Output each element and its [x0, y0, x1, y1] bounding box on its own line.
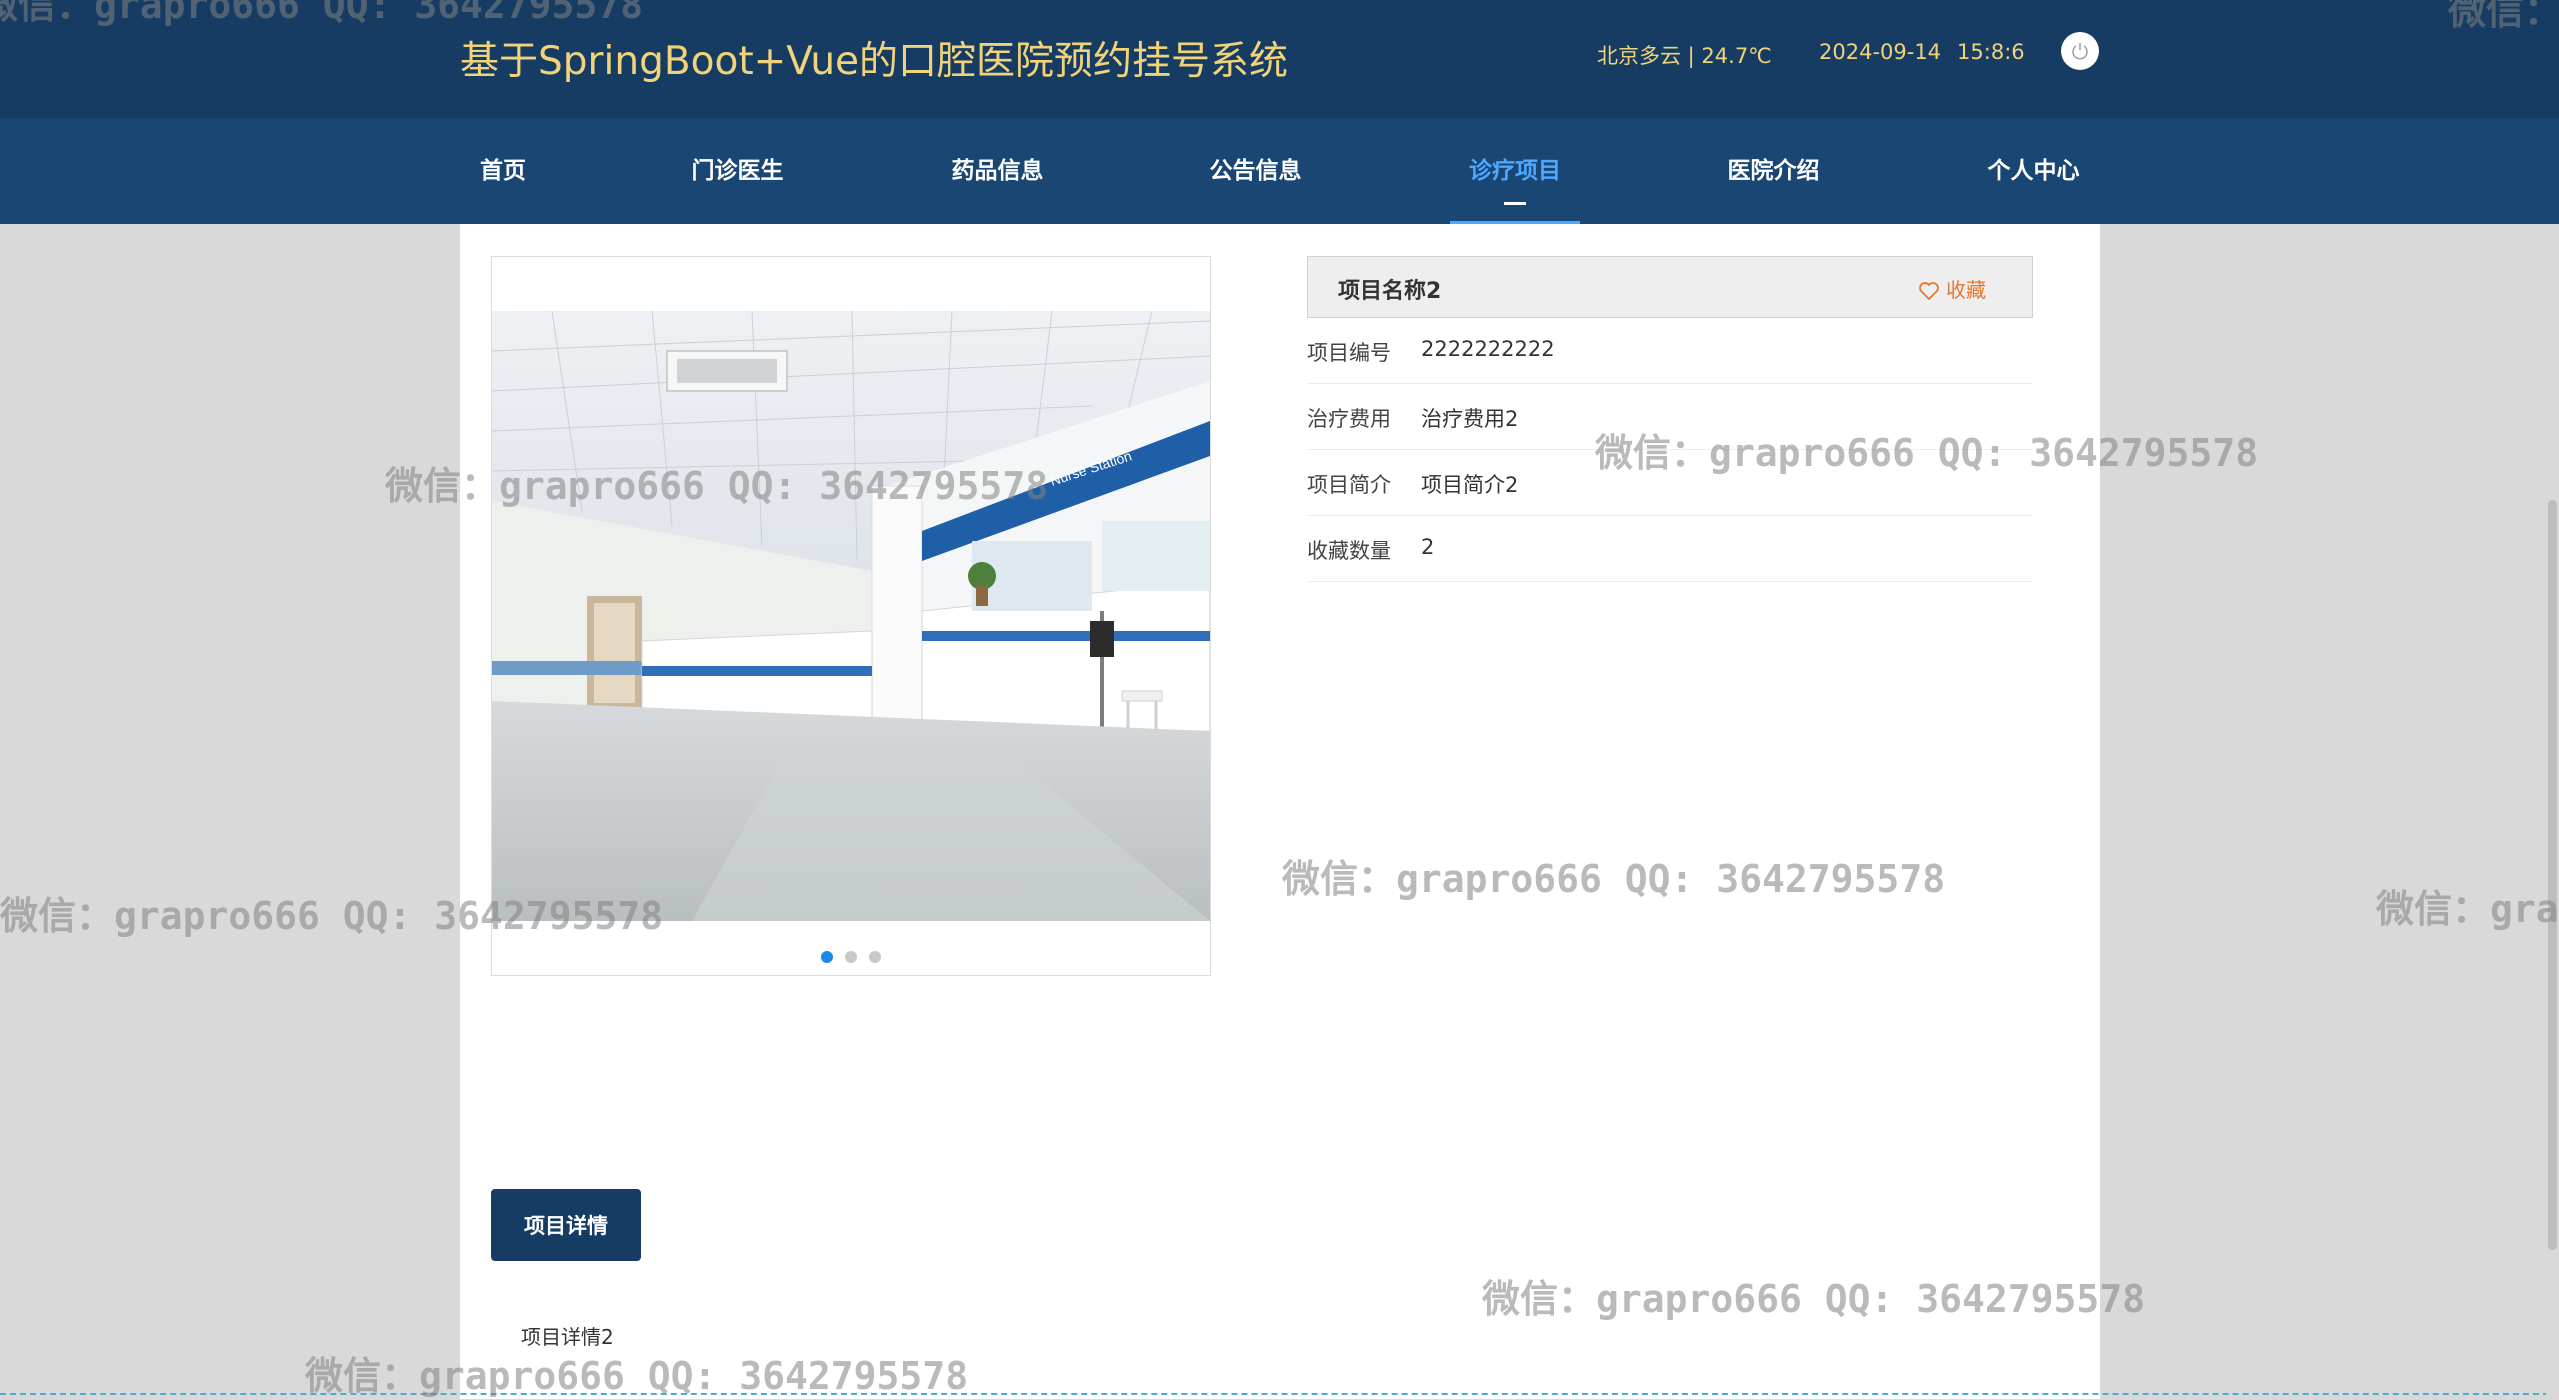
power-icon [2072, 43, 2088, 60]
watermark: 微信：grapro666 QQ: 3642795578 [2376, 887, 2559, 931]
site-header: 基于SpringBoot+Vue的口腔医院预约挂号系统 北京多云 | 24.7℃… [0, 0, 2559, 118]
carousel-indicators [492, 951, 1210, 963]
info-row-summary: 项目简介 项目简介2 [1307, 450, 2033, 516]
info-row-favorites: 收藏数量 2 [1307, 516, 2033, 582]
info-row-fee: 治疗费用 治疗费用2 [1307, 384, 2033, 450]
bottom-divider [0, 1393, 2559, 1395]
project-title-bar: 项目名称2 收藏 [1307, 256, 2033, 318]
carousel-dot-2[interactable] [845, 951, 857, 963]
field-value: 2 [1421, 535, 1435, 559]
nav-doctors[interactable]: 门诊医生 [680, 118, 795, 224]
carousel-dot-3[interactable] [869, 951, 881, 963]
field-value: 治疗费用2 [1421, 407, 1519, 431]
nav-home[interactable]: 首页 [468, 118, 538, 224]
carousel-dot-1[interactable] [821, 951, 833, 963]
date-text: 2024-09-14 [1819, 40, 1942, 64]
favorite-label: 收藏 [1946, 278, 1986, 302]
main-nav: 首页 门诊医生 药品信息 公告信息 诊疗项目 医院介绍 个人中心 [0, 118, 2559, 224]
nav-personal-center[interactable]: 个人中心 [1976, 118, 2091, 224]
field-label: 收藏数量 [1307, 539, 1391, 563]
field-label: 项目编号 [1307, 341, 1391, 365]
site-title: 基于SpringBoot+Vue的口腔医院预约挂号系统 [460, 39, 1289, 84]
weather-info: 北京多云 | 24.7℃ [1597, 44, 1772, 68]
project-info-panel: 项目名称2 收藏 项目编号 2222222222 治疗费用 治疗费用2 项目简介… [1307, 256, 2033, 582]
scrollbar[interactable] [2546, 224, 2559, 1399]
project-detail-tab[interactable]: 项目详情 [491, 1189, 641, 1261]
nav-treatment-projects[interactable]: 诊疗项目 [1450, 118, 1580, 224]
time-text: 15:8:6 [1957, 40, 2025, 64]
favorite-button[interactable]: 收藏 [1918, 274, 1986, 303]
datetime-display: 2024-09-14 15:8:6 [1819, 40, 2025, 64]
info-row-code: 项目编号 2222222222 [1307, 318, 2033, 384]
nav-medicine[interactable]: 药品信息 [940, 118, 1055, 224]
field-label: 项目简介 [1307, 473, 1391, 497]
field-label: 治疗费用 [1307, 407, 1391, 431]
logout-button[interactable] [2061, 32, 2099, 70]
project-detail-content: 项目详情2 [521, 1325, 614, 1349]
image-carousel[interactable]: Nurse Station [491, 256, 1211, 976]
main-content: Nurse Station 项目名称2 收藏 项目编号 2222222222 治… [460, 224, 2100, 1399]
field-value: 2222222222 [1421, 337, 1555, 361]
field-value: 项目简介2 [1421, 473, 1519, 497]
nav-hospital-intro[interactable]: 医院介绍 [1716, 118, 1831, 224]
nav-notices[interactable]: 公告信息 [1198, 118, 1313, 224]
project-photo: Nurse Station [492, 311, 1210, 921]
scrollbar-thumb[interactable] [2548, 500, 2557, 1250]
project-name: 项目名称2 [1338, 279, 1442, 304]
heart-icon [1919, 282, 1939, 300]
